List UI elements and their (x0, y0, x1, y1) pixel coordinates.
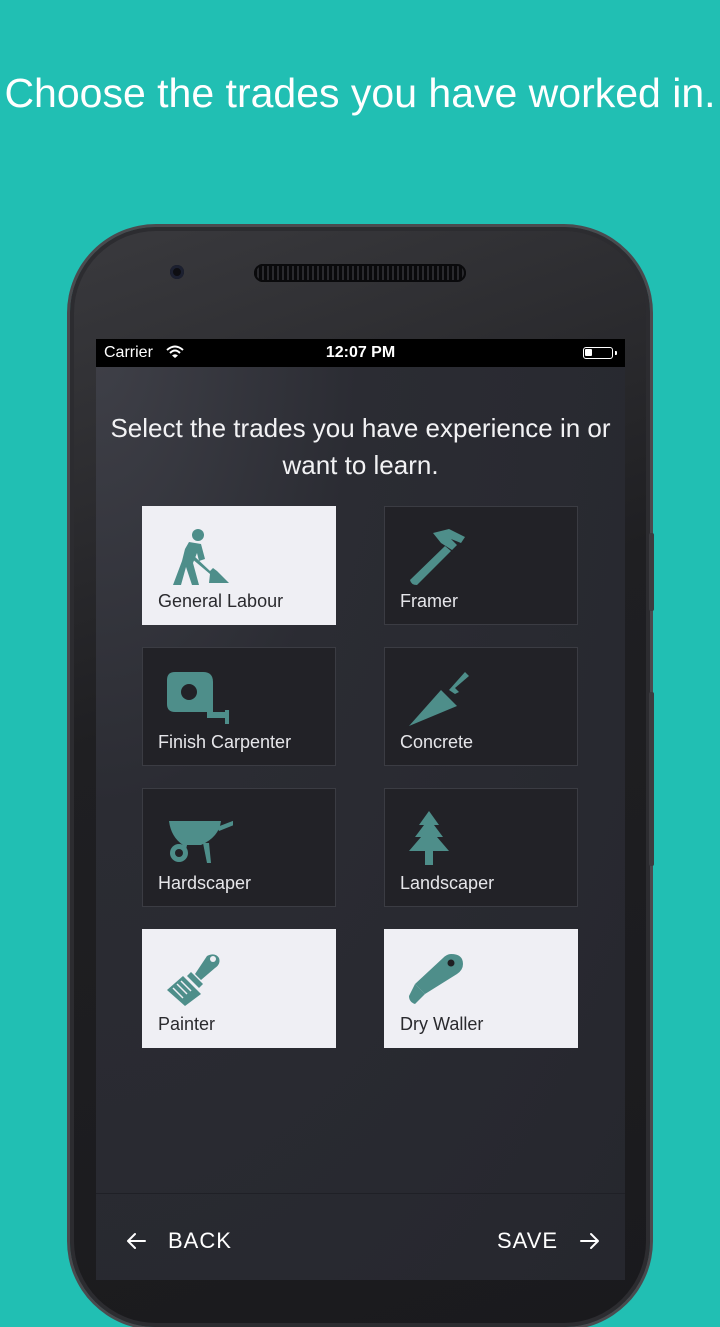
pine-tree-icon (409, 811, 449, 865)
trade-label: Finish Carpenter (158, 732, 292, 752)
trade-card-finish-carpenter[interactable]: Finish Carpenter (142, 647, 336, 766)
speaker-grille (254, 264, 466, 282)
paint-brush-icon (167, 954, 220, 1006)
hammer-icon (410, 529, 465, 585)
trade-card-dry-waller[interactable]: Dry Waller (384, 929, 578, 1048)
save-button-label: SAVE (497, 1228, 559, 1253)
utility-knife-icon (409, 954, 463, 1004)
front-camera (170, 265, 184, 279)
trade-label: Framer (400, 591, 458, 611)
arrow-left-icon (127, 1233, 146, 1249)
trade-card-landscaper[interactable]: Landscaper (384, 788, 578, 907)
trade-label: Landscaper (400, 873, 495, 893)
status-bar: Carrier 12:07 PM (96, 339, 625, 367)
trade-card-concrete[interactable]: Concrete (384, 647, 578, 766)
arrow-right-icon (580, 1233, 600, 1249)
trade-label: Dry Waller (400, 1014, 484, 1034)
shovel-worker-icon (173, 529, 229, 585)
app-screen: Carrier 12:07 PM Select the trades you h… (96, 339, 625, 1280)
trowel-icon (409, 672, 469, 726)
battery-icon (583, 347, 617, 359)
trade-label: Hardscaper (158, 873, 252, 893)
phone-side-button (649, 692, 654, 866)
trade-card-framer[interactable]: Framer (384, 506, 578, 625)
phone-side-button (649, 533, 654, 611)
back-button-label: BACK (168, 1228, 232, 1253)
trade-label: General Labour (158, 591, 284, 611)
bottom-divider (96, 1193, 625, 1194)
status-time: 12:07 PM (325, 344, 396, 361)
trade-label: Concrete (400, 732, 474, 752)
headline: Choose the trades you have worked in. (4, 70, 716, 116)
save-button[interactable]: SAVE (497, 1223, 600, 1259)
trade-label: Painter (158, 1014, 216, 1034)
trade-card-painter[interactable]: Painter (142, 929, 336, 1048)
trade-card-general-labour[interactable]: General Labour (142, 506, 336, 625)
trade-card-hardscaper[interactable]: Hardscaper (142, 788, 336, 907)
back-button[interactable]: BACK (126, 1223, 232, 1259)
instruction-text: Select the trades you have experience in… (110, 413, 611, 480)
tape-measure-icon (167, 672, 229, 724)
wheelbarrow-icon (169, 820, 233, 863)
